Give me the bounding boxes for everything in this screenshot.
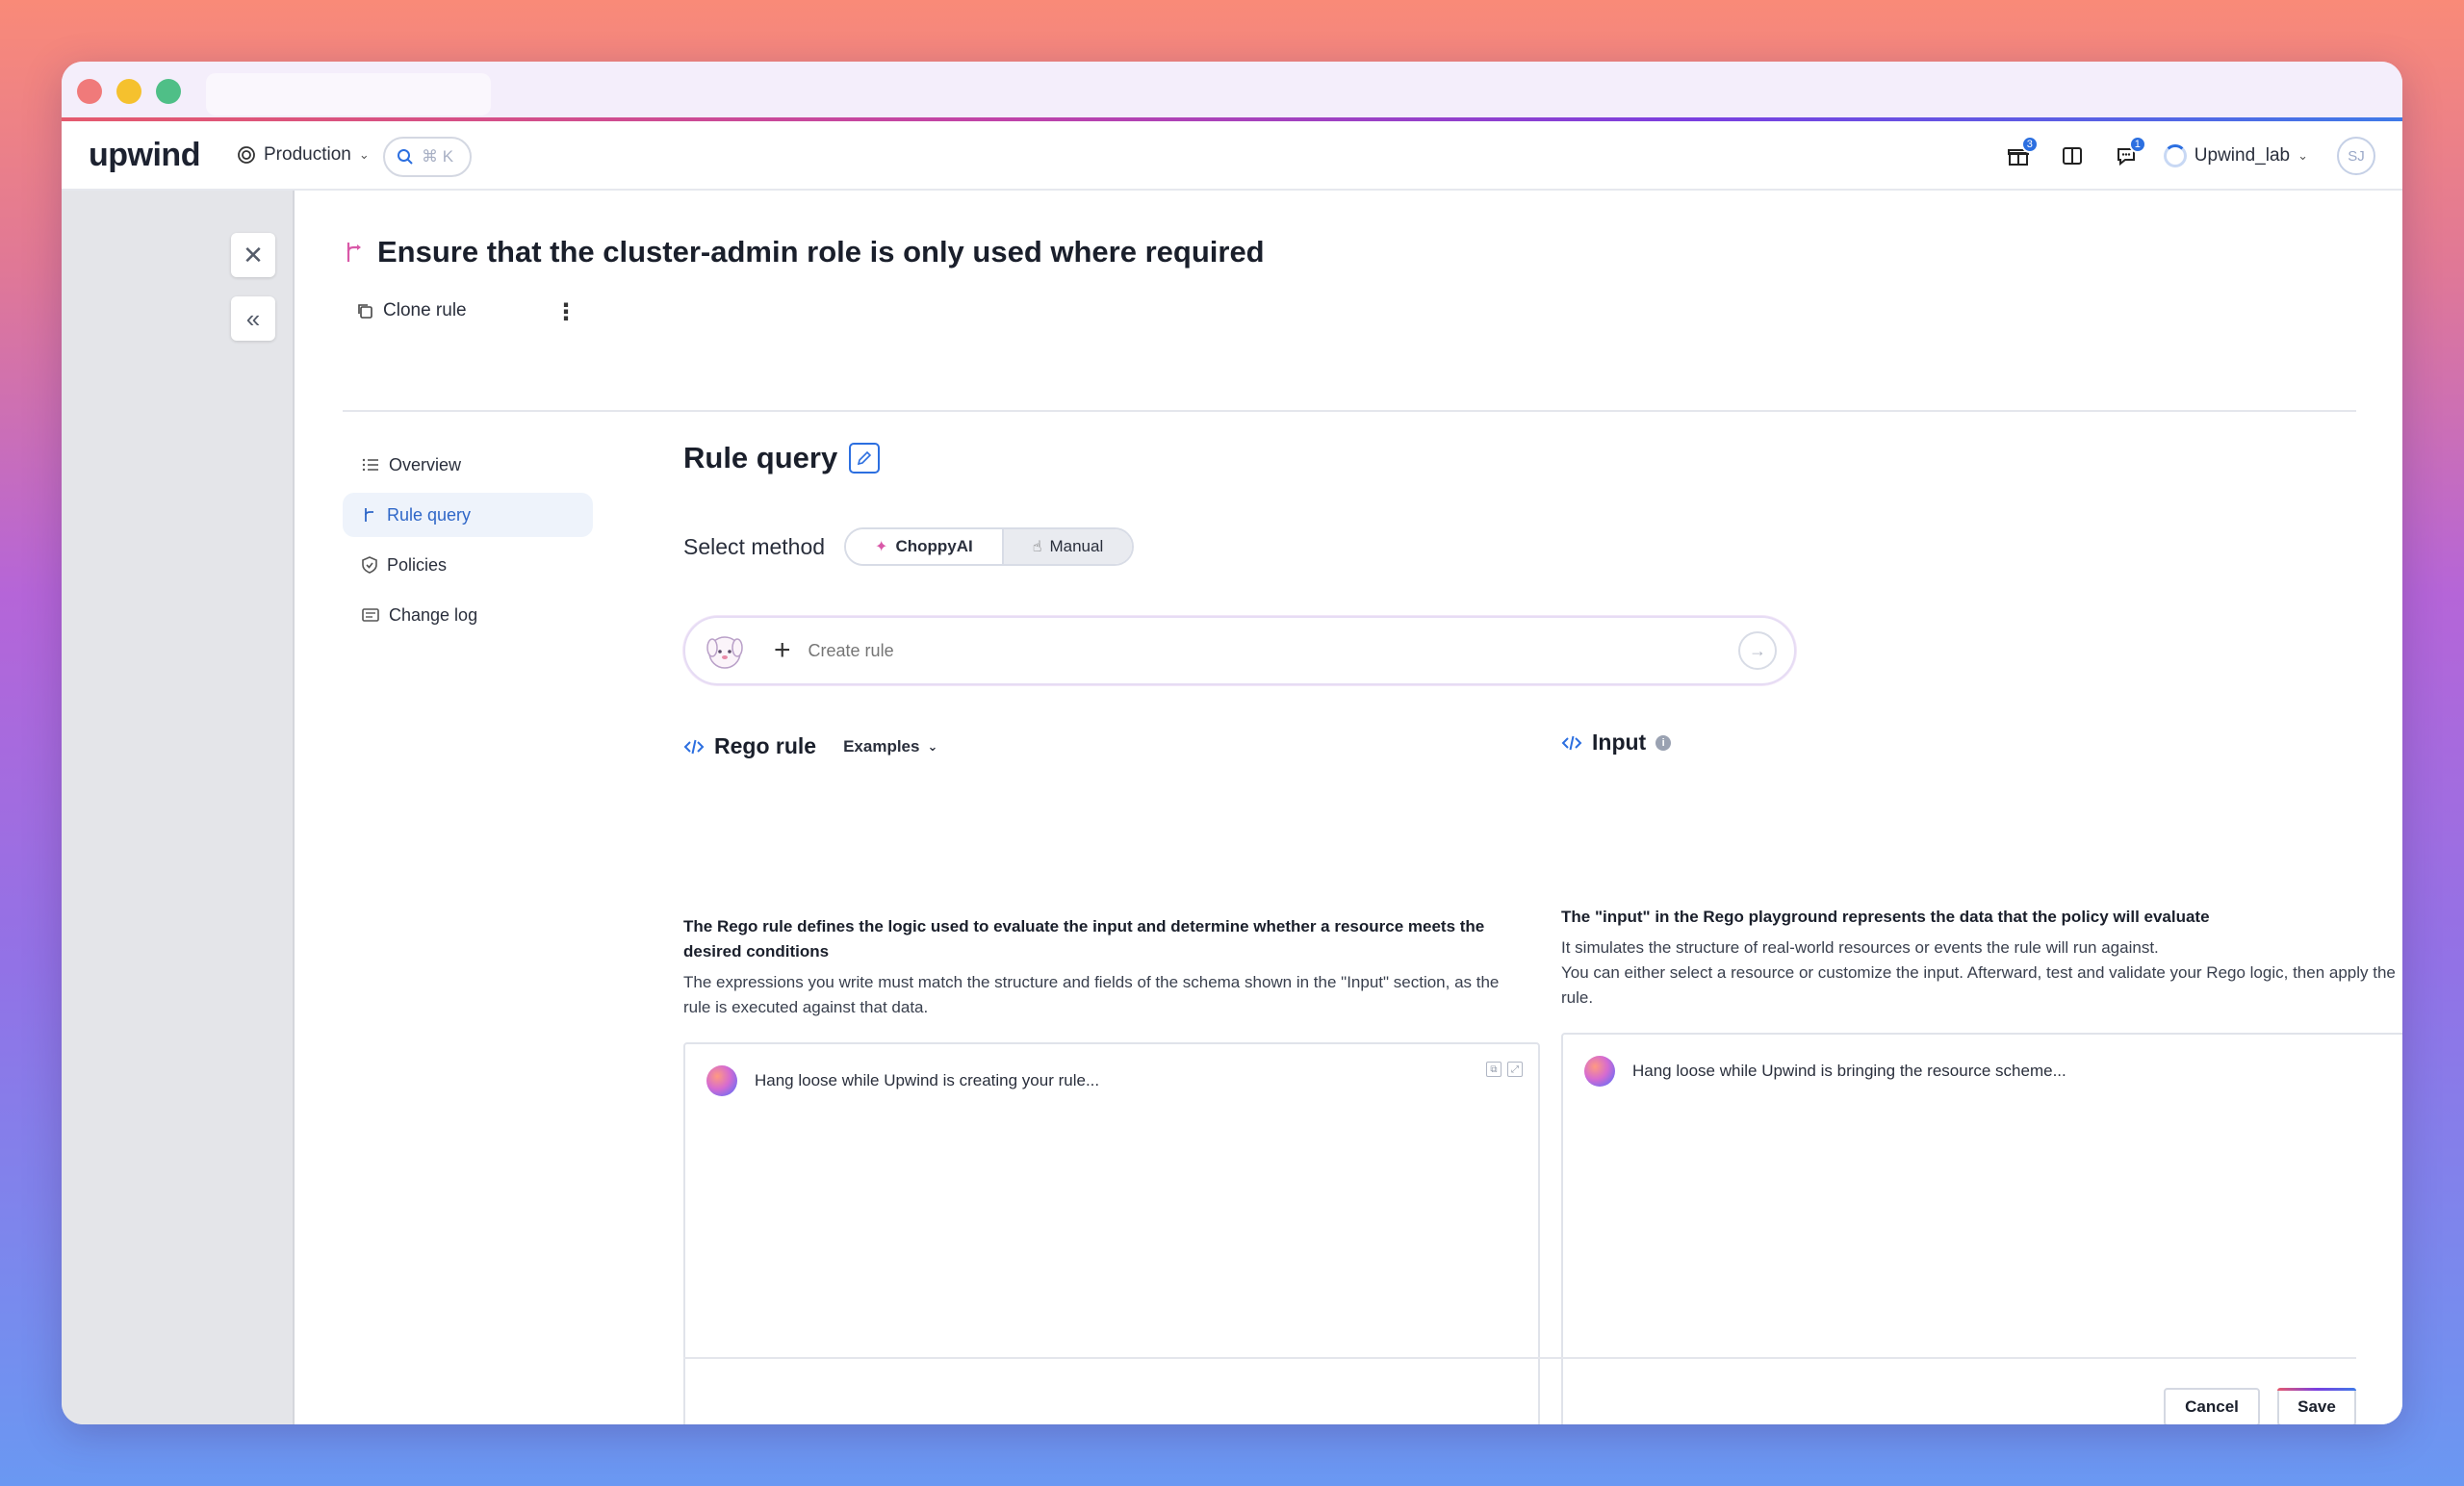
code-icon: [1561, 735, 1582, 750]
method-toggle: ✦ ChoppyAI ☝ Manual: [844, 527, 1135, 566]
browser-titlebar: [62, 62, 2402, 121]
environment-selector[interactable]: Production ⌄: [237, 144, 370, 166]
environment-label: Production: [264, 144, 351, 165]
input-editor[interactable]: Hang loose while Upwind is bringing the …: [1561, 1033, 2402, 1424]
shield-icon: [362, 556, 377, 574]
mascot-icon: [706, 636, 743, 669]
app-window: upwind Production ⌄ ⌘ K 3 1 Upwind_lab ⌄…: [62, 62, 2402, 1424]
minimize-window-button[interactable]: [116, 79, 141, 104]
more-options-icon[interactable]: ⋮: [554, 298, 578, 326]
rego-description-bold: The Rego rule defines the logic used to …: [683, 917, 1485, 961]
examples-dropdown[interactable]: Examples ⌄: [843, 737, 937, 756]
book-icon: [2062, 147, 2082, 165]
close-drawer-button[interactable]: ✕: [231, 233, 275, 277]
search-shortcut: ⌘ K: [422, 147, 454, 166]
list-icon: [362, 458, 378, 472]
rego-editor[interactable]: Hang loose while Upwind is creating your…: [683, 1042, 1540, 1424]
expand-icon[interactable]: ⤢: [1507, 1062, 1523, 1077]
gifts-button[interactable]: 3: [2002, 136, 2039, 172]
overlay-backdrop: [62, 191, 295, 1424]
select-method-label: Select method: [683, 533, 826, 559]
copy-icon: [358, 304, 372, 319]
close-window-button[interactable]: [77, 79, 102, 104]
method-choppyai[interactable]: ✦ ChoppyAI: [846, 529, 1004, 564]
cancel-button[interactable]: Cancel: [2164, 1388, 2260, 1424]
rego-loading: Hang loose while Upwind is creating your…: [706, 1065, 1099, 1096]
chevron-down-icon: ⌄: [358, 147, 370, 162]
select-method: Select method ✦ ChoppyAI ☝ Manual: [683, 527, 1135, 566]
code-icon: [683, 739, 705, 754]
chat-button[interactable]: 1: [2110, 136, 2146, 172]
edit-button[interactable]: [849, 443, 881, 474]
account-selector[interactable]: Upwind_lab ⌄: [2163, 144, 2308, 167]
send-button[interactable]: →: [1738, 631, 1777, 670]
chevron-down-icon: ⌄: [927, 738, 938, 754]
subnav-item-rule-query[interactable]: Rule query: [343, 493, 593, 537]
rego-description: The expressions you write must match the…: [683, 973, 1500, 1016]
input-description-line2: You can either select a resource or cust…: [1561, 963, 2396, 1007]
save-button[interactable]: Save: [2277, 1388, 2356, 1424]
target-icon: [238, 146, 255, 164]
branch-icon: [346, 243, 361, 262]
arrow-right-icon: →: [1749, 640, 1766, 660]
subnav-item-change-log[interactable]: Change log: [343, 593, 593, 637]
sparkle-icon: ✦: [875, 539, 888, 555]
chevron-down-icon: ⌄: [2297, 148, 2308, 163]
section-title: Rule query: [683, 441, 2356, 475]
page-title: Ensure that the cluster-admin role is on…: [343, 235, 1265, 269]
method-manual[interactable]: ☝ Manual: [1003, 529, 1133, 564]
maximize-window-button[interactable]: [156, 79, 181, 104]
log-icon: [362, 608, 379, 622]
rego-rule-header: Rego rule Examples ⌄: [683, 733, 937, 759]
input-description-bold: The "input" in the Rego playground repre…: [1561, 908, 2210, 926]
branch-icon: [365, 508, 373, 522]
collapse-drawer-button[interactable]: «: [231, 296, 275, 341]
input-loading: Hang loose while Upwind is bringing the …: [1584, 1056, 2066, 1087]
hand-pointer-icon: ☝: [1032, 539, 1042, 555]
search-icon: [398, 149, 413, 165]
subnav-item-overview[interactable]: Overview: [343, 443, 593, 487]
info-icon[interactable]: i: [1656, 734, 1672, 751]
input-description-line1: It simulates the structure of real-world…: [1561, 938, 2159, 957]
footer-divider: [683, 1357, 2356, 1359]
create-rule-input[interactable]: [808, 640, 1738, 661]
docs-button[interactable]: [2056, 140, 2089, 172]
gift-badge: 3: [2020, 136, 2039, 153]
ai-orb-icon: [1584, 1056, 1615, 1087]
chat-badge: 1: [2128, 136, 2146, 153]
global-search-button[interactable]: ⌘ K: [383, 137, 472, 177]
subnav-item-policies[interactable]: Policies: [343, 543, 593, 587]
browser-tab[interactable]: [206, 73, 491, 115]
top-navigation: upwind Production ⌄ ⌘ K 3 1 Upwind_lab ⌄…: [62, 125, 2402, 191]
account-name: Upwind_lab: [2194, 145, 2291, 166]
plus-icon[interactable]: +: [774, 634, 791, 667]
pencil-icon: [858, 450, 872, 466]
create-rule-bar: + →: [683, 616, 1796, 685]
ai-orb-icon: [706, 1065, 737, 1096]
rule-subnav: Overview Rule query Policies Change log: [343, 443, 593, 643]
close-icon: ✕: [243, 240, 264, 269]
rule-query-section: Rule query Select method ✦ ChoppyAI ☝ Ma…: [683, 441, 2402, 1424]
divider: [343, 410, 2356, 412]
user-avatar[interactable]: SJ: [2337, 137, 2375, 175]
input-header: Input i: [1561, 730, 1672, 756]
upwind-logo[interactable]: upwind: [89, 137, 200, 174]
double-chevron-left-icon: «: [245, 303, 261, 333]
rule-drawer: Ensure that the cluster-admin role is on…: [296, 191, 2402, 1424]
clone-rule-button[interactable]: Clone rule: [356, 300, 467, 321]
loading-spinner-icon: [2163, 144, 2187, 167]
copy-icon[interactable]: ⧉: [1486, 1062, 1502, 1077]
